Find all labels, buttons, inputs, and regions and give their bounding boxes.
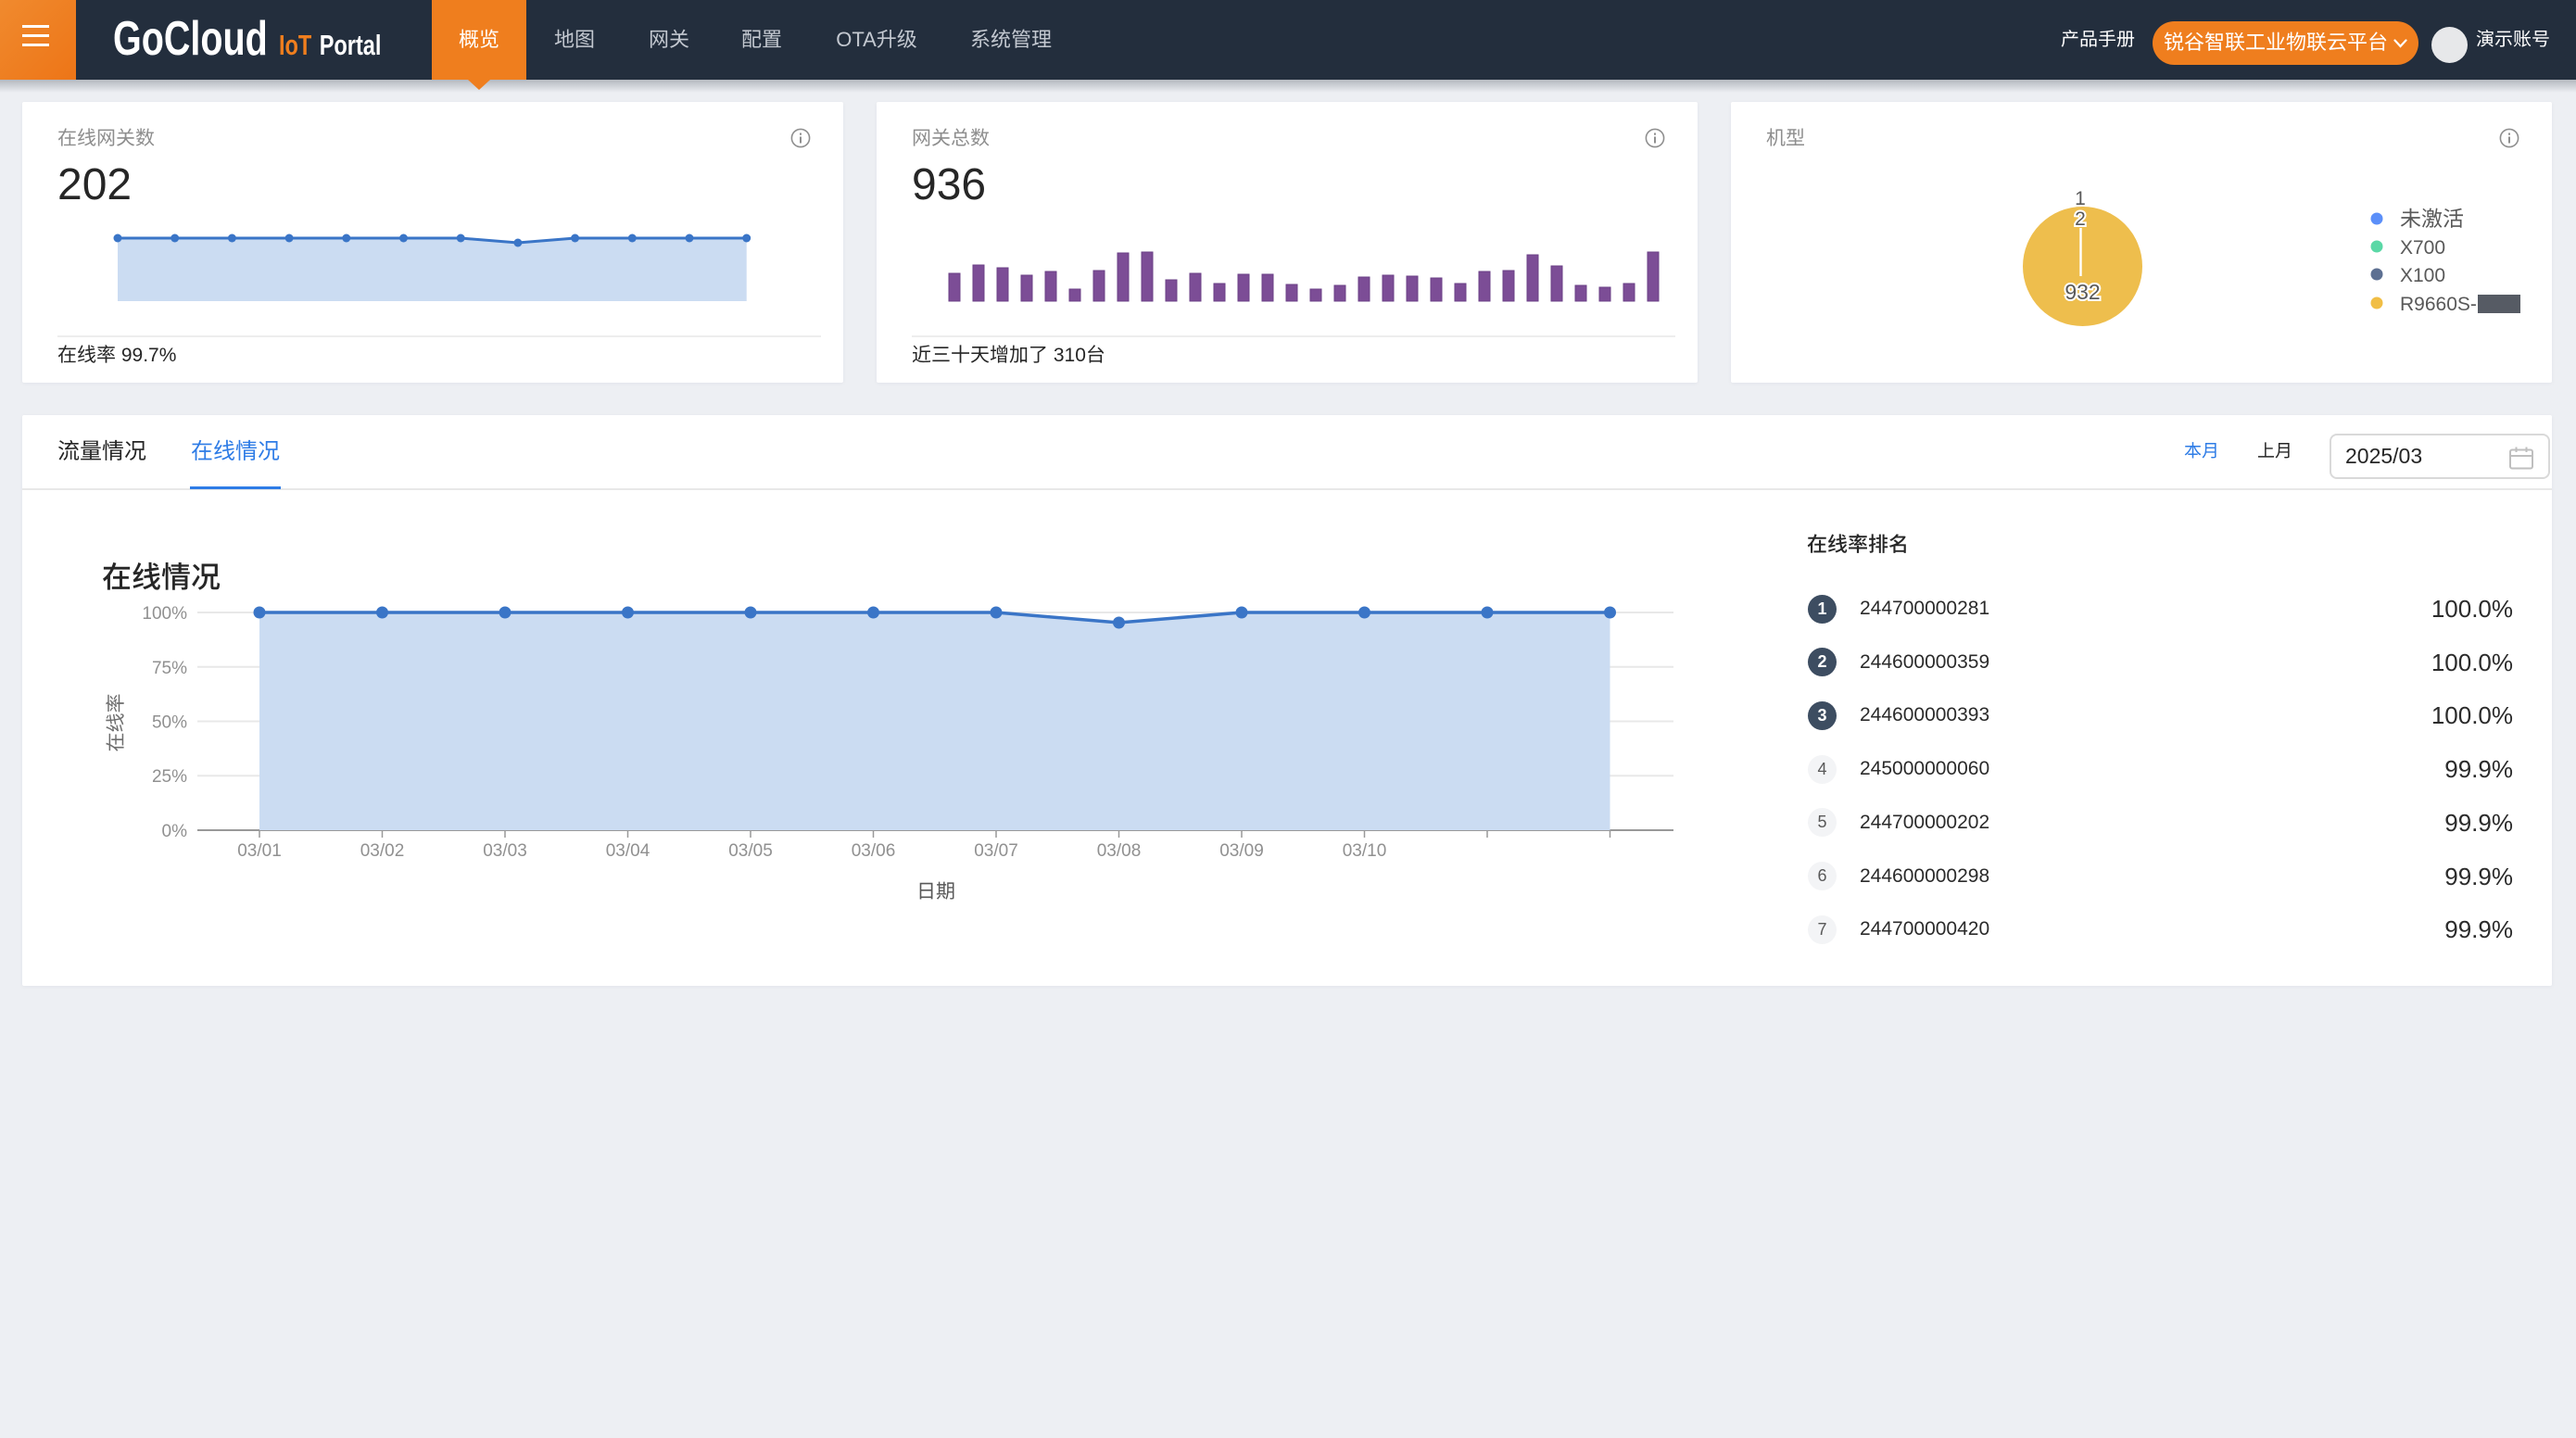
svg-text:03/10: 03/10 — [1343, 841, 1387, 861]
svg-text:03/07: 03/07 — [974, 841, 1018, 861]
svg-text:0%: 0% — [162, 822, 188, 841]
svg-text:1: 1 — [2075, 188, 2086, 209]
svg-text:03/05: 03/05 — [728, 841, 773, 861]
svg-text:日期: 日期 — [916, 881, 955, 902]
svg-text:03/06: 03/06 — [852, 841, 896, 861]
svg-text:在线率: 在线率 — [106, 694, 127, 752]
svg-text:03/01: 03/01 — [237, 841, 282, 861]
svg-text:03/04: 03/04 — [606, 841, 650, 861]
svg-text:R9660S-: R9660S- — [2400, 294, 2477, 315]
svg-text:03/02: 03/02 — [360, 841, 405, 861]
svg-text:100%: 100% — [142, 604, 187, 624]
svg-text:未激活: 未激活 — [2400, 207, 2464, 231]
svg-text:25%: 25% — [152, 767, 187, 787]
svg-text:X700: X700 — [2400, 237, 2445, 259]
svg-text:2: 2 — [2075, 208, 2086, 230]
svg-text:50%: 50% — [152, 713, 187, 733]
svg-text:03/03: 03/03 — [483, 841, 527, 861]
svg-text:932: 932 — [2065, 280, 2100, 304]
svg-text:03/08: 03/08 — [1097, 841, 1142, 861]
svg-text:03/09: 03/09 — [1219, 841, 1264, 861]
svg-text:X100: X100 — [2400, 265, 2445, 286]
svg-text:75%: 75% — [152, 659, 187, 678]
